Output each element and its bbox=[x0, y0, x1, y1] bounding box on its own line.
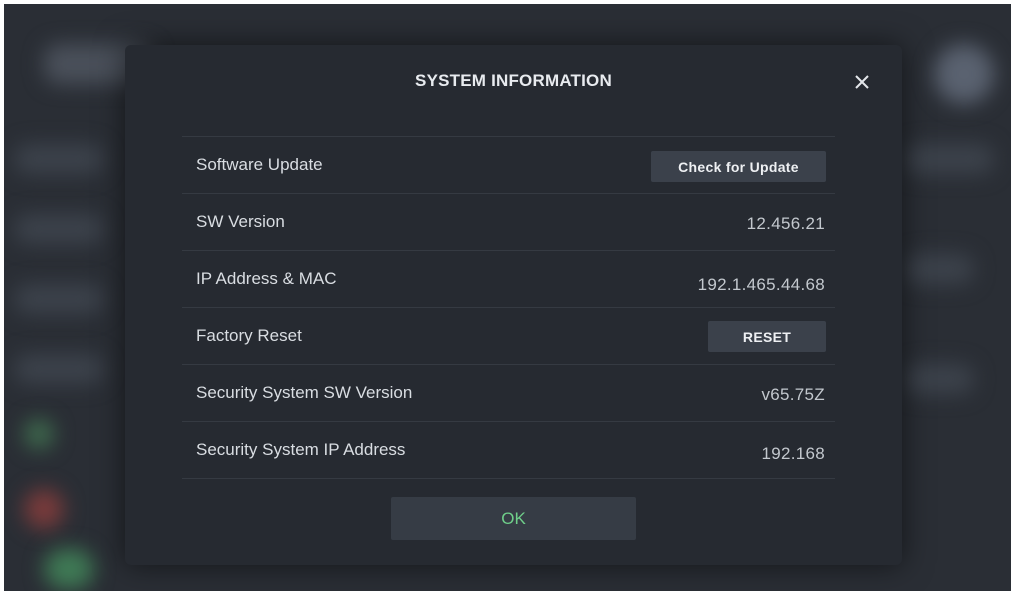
close-button[interactable] bbox=[847, 67, 877, 97]
row-software-update: Software Update Check for Update bbox=[182, 136, 835, 193]
ip-address-mac-value: 192.1.465.44.68 bbox=[697, 275, 825, 294]
close-icon bbox=[855, 75, 869, 89]
ip-address-mac-label: IP Address & MAC bbox=[196, 269, 337, 288]
background-blur bbox=[904, 364, 974, 394]
software-update-label: Software Update bbox=[196, 155, 323, 174]
background-blur bbox=[24, 489, 64, 529]
row-ip-address-mac: IP Address & MAC 192.1.465.44.68 bbox=[182, 250, 835, 307]
row-factory-reset: Factory Reset RESET bbox=[182, 307, 835, 364]
background-blur bbox=[14, 284, 104, 314]
row-security-ip-address: Security System IP Address 192.168 bbox=[182, 421, 835, 479]
ok-button[interactable]: OK bbox=[391, 497, 636, 540]
security-sw-version-label: Security System SW Version bbox=[196, 383, 413, 402]
background-blur bbox=[904, 144, 994, 174]
row-sw-version: SW Version 12.456.21 bbox=[182, 193, 835, 250]
row-security-sw-version: Security System SW Version v65.75Z bbox=[182, 364, 835, 421]
security-ip-address-value: 192.168 bbox=[761, 444, 825, 463]
background-blur bbox=[14, 354, 104, 384]
factory-reset-label: Factory Reset bbox=[196, 326, 302, 345]
check-for-update-button[interactable]: Check for Update bbox=[651, 151, 826, 182]
background-app: SYSTEM INFORMATION Software Update Check… bbox=[4, 4, 1011, 591]
background-blur bbox=[44, 549, 94, 589]
reset-button[interactable]: RESET bbox=[708, 321, 826, 352]
info-list: Software Update Check for Update SW Vers… bbox=[182, 136, 835, 479]
background-blur bbox=[934, 44, 994, 104]
security-ip-address-label: Security System IP Address bbox=[196, 440, 406, 459]
background-blur bbox=[14, 144, 104, 174]
security-sw-version-value: v65.75Z bbox=[761, 385, 825, 404]
background-blur bbox=[24, 419, 54, 449]
background-blur bbox=[904, 254, 974, 284]
sw-version-label: SW Version bbox=[196, 212, 285, 231]
system-information-dialog: SYSTEM INFORMATION Software Update Check… bbox=[125, 45, 902, 565]
background-blur bbox=[14, 214, 104, 244]
sw-version-value: 12.456.21 bbox=[746, 214, 825, 233]
dialog-title: SYSTEM INFORMATION bbox=[415, 71, 612, 90]
